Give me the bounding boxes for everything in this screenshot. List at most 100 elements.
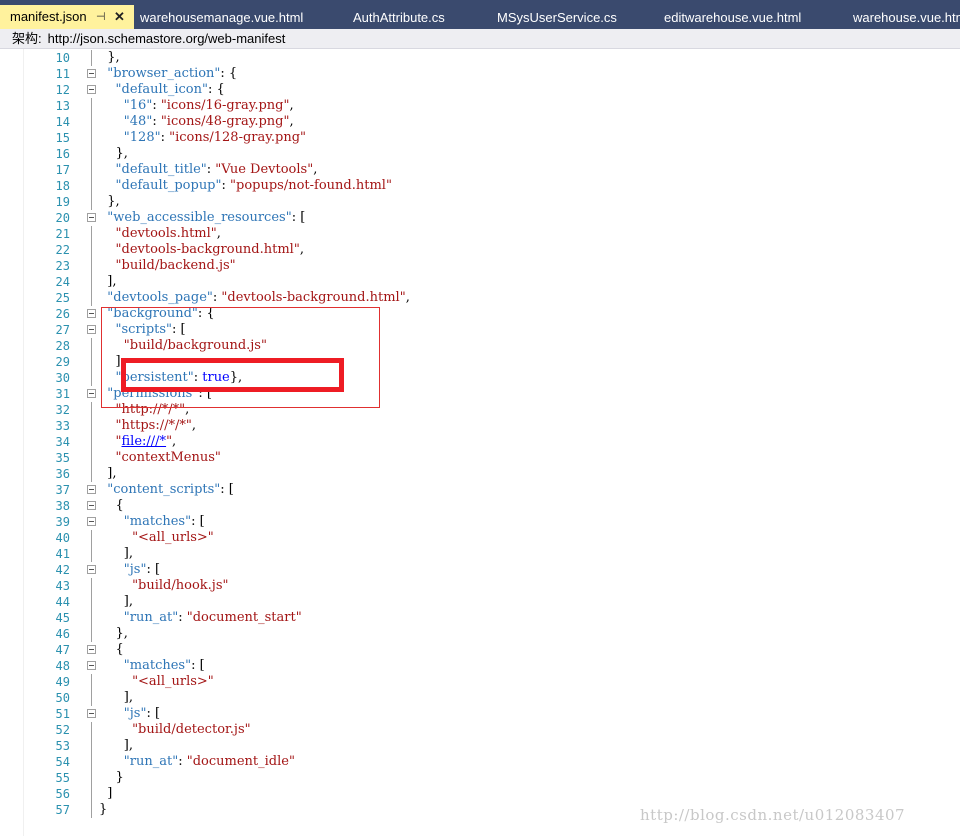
collapse-toggle-icon[interactable] — [87, 709, 96, 718]
code-line[interactable]: 23 "build/backend.js" — [0, 258, 960, 274]
close-icon[interactable]: ✕ — [114, 5, 125, 29]
json-key: "128" — [123, 130, 161, 145]
tab-authattribute-cs[interactable]: AuthAttribute.cs — [353, 7, 445, 29]
line-number: 46 — [55, 627, 70, 641]
code-line[interactable]: 12 "default_icon": { — [0, 82, 960, 98]
code-line[interactable]: 51 "js": [ — [0, 706, 960, 722]
code-line[interactable]: 34 "file:///*", — [0, 434, 960, 450]
tab-editwarehouse-vue-html[interactable]: editwarehouse.vue.html — [664, 7, 801, 29]
tab-manifest-json[interactable]: manifest.json ⊣ ✕ — [0, 5, 134, 29]
line-number: 17 — [55, 163, 70, 177]
outline-guide — [91, 290, 92, 306]
code-line[interactable]: 35 "contextMenus" — [0, 450, 960, 466]
code-line[interactable]: 38 { — [0, 498, 960, 514]
json-string: "<all_urls>" — [132, 674, 214, 689]
code-line[interactable]: 15 "128": "icons/128-gray.png" — [0, 130, 960, 146]
code-editor[interactable]: 10 }, 11 "browser_action": {12 "default_i… — [0, 49, 960, 836]
collapse-toggle-icon[interactable] — [87, 85, 96, 94]
line-number: 40 — [55, 531, 70, 545]
code-line[interactable]: 19 }, — [0, 194, 960, 210]
collapse-toggle-icon[interactable] — [87, 325, 96, 334]
code-line[interactable]: 13 "16": "icons/16-gray.png", — [0, 98, 960, 114]
line-number: 20 — [55, 211, 70, 225]
line-number: 31 — [55, 387, 70, 401]
code-line[interactable]: 40 "<all_urls>" — [0, 530, 960, 546]
code-line[interactable]: 49 "<all_urls>" — [0, 674, 960, 690]
code-line[interactable]: 53 ], — [0, 738, 960, 754]
json-punctuation: , — [172, 434, 177, 449]
code-line[interactable]: 46 }, — [0, 626, 960, 642]
code-line[interactable]: 33 "https://*/*", — [0, 418, 960, 434]
json-key: "content_scripts" — [107, 482, 221, 497]
code-line[interactable]: 41 ], — [0, 546, 960, 562]
pin-icon[interactable]: ⊣ — [96, 5, 106, 29]
tab-warehousemanage-vue-html[interactable]: warehousemanage.vue.html — [140, 7, 303, 29]
code-text: "default_icon": { — [99, 82, 225, 98]
code-line[interactable]: 54 "run_at": "document_idle" — [0, 754, 960, 770]
collapse-toggle-icon[interactable] — [87, 309, 96, 318]
collapse-toggle-icon[interactable] — [87, 501, 96, 510]
code-line[interactable]: 50 ], — [0, 690, 960, 706]
code-line[interactable]: 45 "run_at": "document_start" — [0, 610, 960, 626]
code-line[interactable]: 56 ] — [0, 786, 960, 802]
json-link[interactable]: file:///* — [122, 434, 167, 449]
line-number: 11 — [55, 67, 70, 81]
collapse-toggle-icon[interactable] — [87, 661, 96, 670]
code-line[interactable]: 20 "web_accessible_resources": [ — [0, 210, 960, 226]
code-text: "web_accessible_resources": [ — [99, 210, 305, 226]
json-string: "devtools-background.html" — [221, 290, 406, 305]
collapse-toggle-icon[interactable] — [87, 565, 96, 574]
collapse-toggle-icon[interactable] — [87, 645, 96, 654]
schema-url[interactable]: http://json.schemastore.org/web-manifest — [48, 31, 286, 46]
json-punctuation: }, — [99, 50, 120, 65]
line-number: 43 — [55, 579, 70, 593]
collapse-toggle-icon[interactable] — [87, 485, 96, 494]
code-line[interactable]: 18 "default_popup": "popups/not-found.ht… — [0, 178, 960, 194]
code-line[interactable]: 21 "devtools.html", — [0, 226, 960, 242]
json-punctuation: : [ — [146, 706, 161, 721]
code-line[interactable]: 16 }, — [0, 146, 960, 162]
json-string: "Vue Devtools" — [215, 162, 314, 177]
code-text: "128": "icons/128-gray.png" — [99, 130, 306, 146]
code-line[interactable]: 47 { — [0, 642, 960, 658]
code-line[interactable]: 36 ], — [0, 466, 960, 482]
code-line[interactable]: 17 "default_title": "Vue Devtools", — [0, 162, 960, 178]
code-line[interactable]: 37 "content_scripts": [ — [0, 482, 960, 498]
json-punctuation: : — [152, 98, 161, 113]
tab-warehouse-vue-html[interactable]: warehouse.vue.html — [853, 7, 960, 29]
json-string: "build/hook.js" — [132, 578, 229, 593]
document-tab-bar: manifest.json ⊣ ✕ warehousemanage.vue.ht… — [0, 0, 960, 29]
json-punctuation: , — [191, 418, 196, 433]
code-line[interactable]: 10 }, — [0, 50, 960, 66]
json-punctuation: : — [152, 114, 161, 129]
code-line[interactable]: 39 "matches": [ — [0, 514, 960, 530]
tab-label: AuthAttribute.cs — [353, 10, 445, 25]
code-line[interactable]: 52 "build/detector.js" — [0, 722, 960, 738]
json-key: "run_at" — [123, 754, 179, 769]
collapse-toggle-icon[interactable] — [87, 389, 96, 398]
line-number: 10 — [55, 51, 70, 65]
collapse-toggle-icon[interactable] — [87, 213, 96, 222]
code-line[interactable]: 48 "matches": [ — [0, 658, 960, 674]
collapse-toggle-icon[interactable] — [87, 517, 96, 526]
collapse-toggle-icon[interactable] — [87, 69, 96, 78]
outline-guide — [91, 50, 92, 66]
code-line[interactable]: 44 ], — [0, 594, 960, 610]
code-line[interactable]: 43 "build/hook.js" — [0, 578, 960, 594]
json-key: "default_icon" — [115, 82, 208, 97]
outline-guide — [91, 370, 92, 386]
json-key: "devtools_page" — [107, 290, 213, 305]
code-line[interactable]: 14 "48": "icons/48-gray.png", — [0, 114, 960, 130]
code-line[interactable]: 22 "devtools-background.html", — [0, 242, 960, 258]
code-text: "contextMenus" — [99, 450, 221, 466]
code-text: }, — [99, 194, 119, 210]
code-line[interactable]: 25 "devtools_page": "devtools-background… — [0, 290, 960, 306]
code-line[interactable]: 55 } — [0, 770, 960, 786]
tab-msysuserservice-cs[interactable]: MSysUserService.cs — [497, 7, 617, 29]
code-line[interactable]: 42 "js": [ — [0, 562, 960, 578]
outline-guide — [91, 738, 92, 754]
code-line[interactable]: 11 "browser_action": { — [0, 66, 960, 82]
code-text: }, — [99, 50, 120, 66]
code-line[interactable]: 24 ], — [0, 274, 960, 290]
line-number: 19 — [55, 195, 70, 209]
